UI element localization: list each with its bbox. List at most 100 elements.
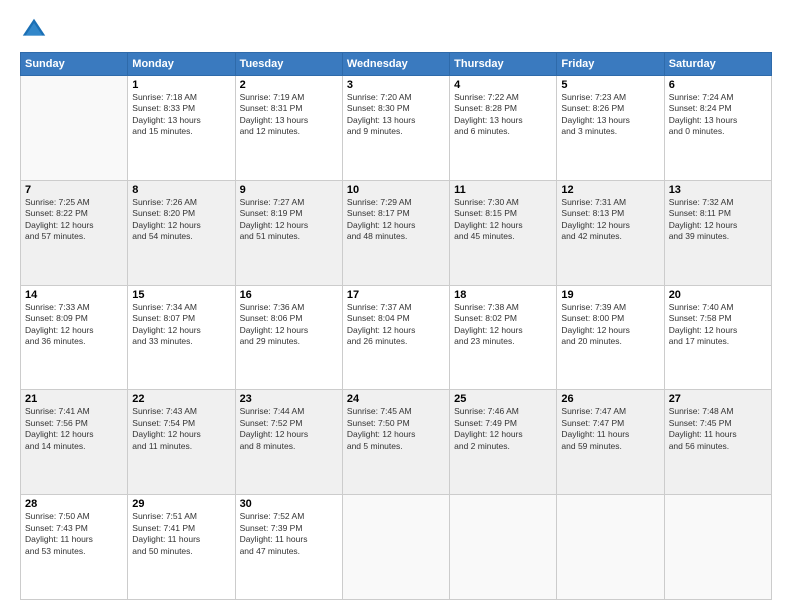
day-number: 23 [240,393,338,405]
day-number: 5 [561,79,659,91]
calendar-header-thursday: Thursday [450,53,557,76]
day-number: 20 [669,289,767,301]
calendar-cell: 8Sunrise: 7:26 AM Sunset: 8:20 PM Daylig… [128,180,235,285]
calendar-week-row: 7Sunrise: 7:25 AM Sunset: 8:22 PM Daylig… [21,180,772,285]
calendar-cell: 28Sunrise: 7:50 AM Sunset: 7:43 PM Dayli… [21,495,128,600]
calendar-cell: 29Sunrise: 7:51 AM Sunset: 7:41 PM Dayli… [128,495,235,600]
day-info: Sunrise: 7:34 AM Sunset: 8:07 PM Dayligh… [132,302,230,348]
day-number: 22 [132,393,230,405]
day-number: 14 [25,289,123,301]
calendar-cell: 30Sunrise: 7:52 AM Sunset: 7:39 PM Dayli… [235,495,342,600]
day-info: Sunrise: 7:52 AM Sunset: 7:39 PM Dayligh… [240,511,338,557]
day-info: Sunrise: 7:18 AM Sunset: 8:33 PM Dayligh… [132,92,230,138]
day-info: Sunrise: 7:19 AM Sunset: 8:31 PM Dayligh… [240,92,338,138]
day-number: 30 [240,498,338,510]
calendar-week-row: 28Sunrise: 7:50 AM Sunset: 7:43 PM Dayli… [21,495,772,600]
page: SundayMondayTuesdayWednesdayThursdayFrid… [0,0,792,612]
day-number: 24 [347,393,445,405]
day-info: Sunrise: 7:36 AM Sunset: 8:06 PM Dayligh… [240,302,338,348]
day-info: Sunrise: 7:39 AM Sunset: 8:00 PM Dayligh… [561,302,659,348]
day-info: Sunrise: 7:47 AM Sunset: 7:47 PM Dayligh… [561,406,659,452]
day-info: Sunrise: 7:24 AM Sunset: 8:24 PM Dayligh… [669,92,767,138]
calendar-cell: 26Sunrise: 7:47 AM Sunset: 7:47 PM Dayli… [557,390,664,495]
day-info: Sunrise: 7:23 AM Sunset: 8:26 PM Dayligh… [561,92,659,138]
calendar-cell: 23Sunrise: 7:44 AM Sunset: 7:52 PM Dayli… [235,390,342,495]
calendar-cell: 3Sunrise: 7:20 AM Sunset: 8:30 PM Daylig… [342,76,449,181]
calendar-cell: 18Sunrise: 7:38 AM Sunset: 8:02 PM Dayli… [450,285,557,390]
calendar-cell: 20Sunrise: 7:40 AM Sunset: 7:58 PM Dayli… [664,285,771,390]
day-number: 15 [132,289,230,301]
day-number: 3 [347,79,445,91]
calendar-cell: 10Sunrise: 7:29 AM Sunset: 8:17 PM Dayli… [342,180,449,285]
calendar-cell: 17Sunrise: 7:37 AM Sunset: 8:04 PM Dayli… [342,285,449,390]
day-number: 7 [25,184,123,196]
day-info: Sunrise: 7:31 AM Sunset: 8:13 PM Dayligh… [561,197,659,243]
day-info: Sunrise: 7:22 AM Sunset: 8:28 PM Dayligh… [454,92,552,138]
day-info: Sunrise: 7:46 AM Sunset: 7:49 PM Dayligh… [454,406,552,452]
day-info: Sunrise: 7:38 AM Sunset: 8:02 PM Dayligh… [454,302,552,348]
day-info: Sunrise: 7:33 AM Sunset: 8:09 PM Dayligh… [25,302,123,348]
calendar-cell: 19Sunrise: 7:39 AM Sunset: 8:00 PM Dayli… [557,285,664,390]
day-info: Sunrise: 7:40 AM Sunset: 7:58 PM Dayligh… [669,302,767,348]
calendar-cell: 25Sunrise: 7:46 AM Sunset: 7:49 PM Dayli… [450,390,557,495]
calendar-header-monday: Monday [128,53,235,76]
day-number: 27 [669,393,767,405]
header [20,16,772,44]
calendar-cell: 12Sunrise: 7:31 AM Sunset: 8:13 PM Dayli… [557,180,664,285]
calendar-cell [450,495,557,600]
day-number: 26 [561,393,659,405]
calendar-cell [664,495,771,600]
day-number: 18 [454,289,552,301]
calendar-cell: 9Sunrise: 7:27 AM Sunset: 8:19 PM Daylig… [235,180,342,285]
calendar-table: SundayMondayTuesdayWednesdayThursdayFrid… [20,52,772,600]
day-number: 29 [132,498,230,510]
day-info: Sunrise: 7:41 AM Sunset: 7:56 PM Dayligh… [25,406,123,452]
day-info: Sunrise: 7:20 AM Sunset: 8:30 PM Dayligh… [347,92,445,138]
day-number: 10 [347,184,445,196]
day-info: Sunrise: 7:51 AM Sunset: 7:41 PM Dayligh… [132,511,230,557]
calendar-cell: 2Sunrise: 7:19 AM Sunset: 8:31 PM Daylig… [235,76,342,181]
calendar-week-row: 14Sunrise: 7:33 AM Sunset: 8:09 PM Dayli… [21,285,772,390]
calendar-cell [21,76,128,181]
day-info: Sunrise: 7:32 AM Sunset: 8:11 PM Dayligh… [669,197,767,243]
calendar-cell: 15Sunrise: 7:34 AM Sunset: 8:07 PM Dayli… [128,285,235,390]
day-number: 25 [454,393,552,405]
logo [20,16,52,44]
calendar-header-row: SundayMondayTuesdayWednesdayThursdayFrid… [21,53,772,76]
day-number: 12 [561,184,659,196]
day-number: 17 [347,289,445,301]
day-info: Sunrise: 7:26 AM Sunset: 8:20 PM Dayligh… [132,197,230,243]
day-info: Sunrise: 7:25 AM Sunset: 8:22 PM Dayligh… [25,197,123,243]
day-number: 1 [132,79,230,91]
calendar-header-tuesday: Tuesday [235,53,342,76]
calendar-cell [342,495,449,600]
calendar-cell: 27Sunrise: 7:48 AM Sunset: 7:45 PM Dayli… [664,390,771,495]
calendar-cell [557,495,664,600]
calendar-cell: 13Sunrise: 7:32 AM Sunset: 8:11 PM Dayli… [664,180,771,285]
calendar-cell: 16Sunrise: 7:36 AM Sunset: 8:06 PM Dayli… [235,285,342,390]
calendar-cell: 6Sunrise: 7:24 AM Sunset: 8:24 PM Daylig… [664,76,771,181]
calendar-header-sunday: Sunday [21,53,128,76]
day-info: Sunrise: 7:43 AM Sunset: 7:54 PM Dayligh… [132,406,230,452]
calendar-week-row: 1Sunrise: 7:18 AM Sunset: 8:33 PM Daylig… [21,76,772,181]
calendar-cell: 7Sunrise: 7:25 AM Sunset: 8:22 PM Daylig… [21,180,128,285]
day-info: Sunrise: 7:37 AM Sunset: 8:04 PM Dayligh… [347,302,445,348]
day-info: Sunrise: 7:48 AM Sunset: 7:45 PM Dayligh… [669,406,767,452]
day-info: Sunrise: 7:29 AM Sunset: 8:17 PM Dayligh… [347,197,445,243]
calendar-cell: 24Sunrise: 7:45 AM Sunset: 7:50 PM Dayli… [342,390,449,495]
day-number: 11 [454,184,552,196]
day-number: 4 [454,79,552,91]
calendar-cell: 21Sunrise: 7:41 AM Sunset: 7:56 PM Dayli… [21,390,128,495]
day-info: Sunrise: 7:45 AM Sunset: 7:50 PM Dayligh… [347,406,445,452]
day-number: 19 [561,289,659,301]
calendar-cell: 4Sunrise: 7:22 AM Sunset: 8:28 PM Daylig… [450,76,557,181]
calendar-cell: 11Sunrise: 7:30 AM Sunset: 8:15 PM Dayli… [450,180,557,285]
day-number: 28 [25,498,123,510]
calendar-cell: 5Sunrise: 7:23 AM Sunset: 8:26 PM Daylig… [557,76,664,181]
calendar-header-wednesday: Wednesday [342,53,449,76]
calendar-cell: 22Sunrise: 7:43 AM Sunset: 7:54 PM Dayli… [128,390,235,495]
day-number: 2 [240,79,338,91]
day-info: Sunrise: 7:30 AM Sunset: 8:15 PM Dayligh… [454,197,552,243]
day-number: 8 [132,184,230,196]
logo-icon [20,16,48,44]
